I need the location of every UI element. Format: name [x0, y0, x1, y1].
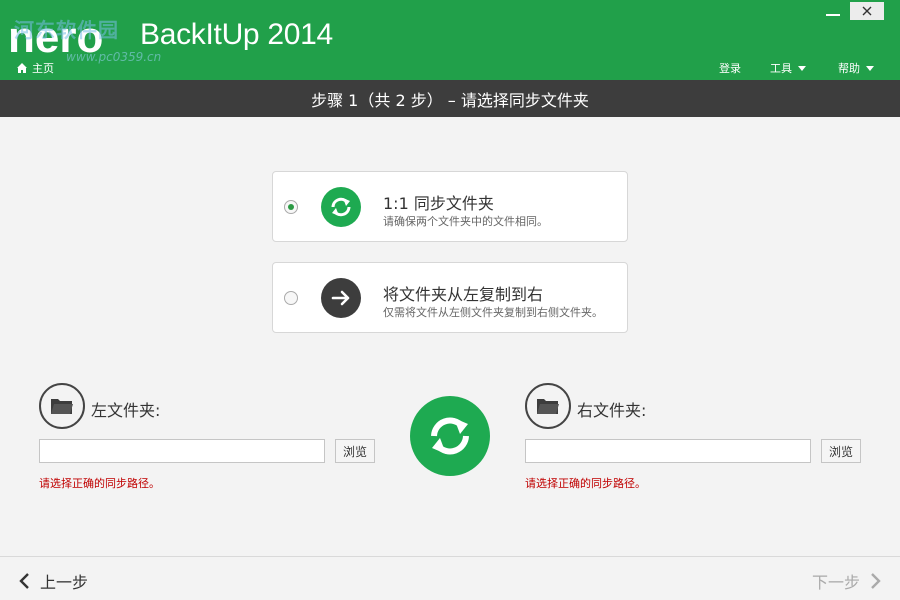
option-title: 将文件夹从左复制到右 [383, 285, 544, 304]
right-folder-path-input[interactable] [525, 439, 811, 463]
sync-direction-icon[interactable] [410, 396, 490, 476]
home-icon [17, 63, 27, 73]
tools-menu[interactable]: 工具 [770, 60, 806, 76]
sync-icon [321, 187, 361, 227]
watermark-text: 河东软件园 [14, 18, 119, 42]
help-menu[interactable]: 帮助 [838, 60, 874, 76]
right-browse-button[interactable]: 浏览 [821, 439, 861, 463]
radio-copy-left-to-right[interactable] [284, 291, 298, 305]
prev-step-button[interactable]: 上一步 [18, 569, 88, 593]
app-header: nero 河东软件园 www.pc0359.cn BackItUp 2014 主… [0, 0, 900, 80]
next-step-button[interactable]: 下一步 [812, 569, 882, 593]
close-icon [862, 6, 872, 16]
left-folder-path-input[interactable] [39, 439, 325, 463]
right-folder-icon[interactable] [525, 383, 571, 429]
home-label: 主页 [32, 62, 54, 75]
help-label: 帮助 [838, 62, 860, 75]
footer-bar: 上一步 下一步 [0, 556, 900, 600]
minimize-icon[interactable] [826, 14, 840, 16]
option-description: 仅需将文件从左侧文件夹复制到右侧文件夹。 [383, 306, 603, 319]
chevron-right-icon [871, 573, 881, 589]
right-folder-error: 请选择正确的同步路径。 [525, 477, 646, 490]
left-browse-button[interactable]: 浏览 [335, 439, 375, 463]
home-button[interactable]: 主页 [16, 60, 54, 76]
option-copy-left-to-right[interactable]: 将文件夹从左复制到右 仅需将文件从左侧文件夹复制到右侧文件夹。 [272, 262, 628, 333]
arrow-right-icon [321, 278, 361, 318]
left-folder-error: 请选择正确的同步路径。 [39, 477, 160, 490]
right-folder-label: 右文件夹: [577, 401, 647, 420]
chevron-left-icon [19, 573, 29, 589]
option-sync-folders[interactable]: 1:1 同步文件夹 请确保两个文件夹中的文件相同。 [272, 171, 628, 242]
left-folder-icon[interactable] [39, 383, 85, 429]
radio-sync-folders[interactable] [284, 200, 298, 214]
option-description: 请确保两个文件夹中的文件相同。 [383, 215, 548, 228]
login-menu[interactable]: 登录 [719, 60, 741, 76]
prev-step-label: 上一步 [40, 573, 89, 592]
login-label: 登录 [719, 62, 741, 75]
step-title: 步骤 1（共 2 步） – 请选择同步文件夹 [0, 80, 900, 117]
watermark-url: www.pc0359.cn [66, 50, 162, 64]
app-title: BackItUp 2014 [140, 18, 333, 51]
next-step-label: 下一步 [811, 573, 860, 592]
tools-label: 工具 [770, 62, 792, 75]
chevron-down-icon [866, 65, 874, 71]
option-title: 1:1 同步文件夹 [383, 194, 494, 213]
chevron-down-icon [798, 65, 806, 71]
close-button[interactable] [850, 2, 884, 20]
left-folder-label: 左文件夹: [91, 401, 161, 420]
